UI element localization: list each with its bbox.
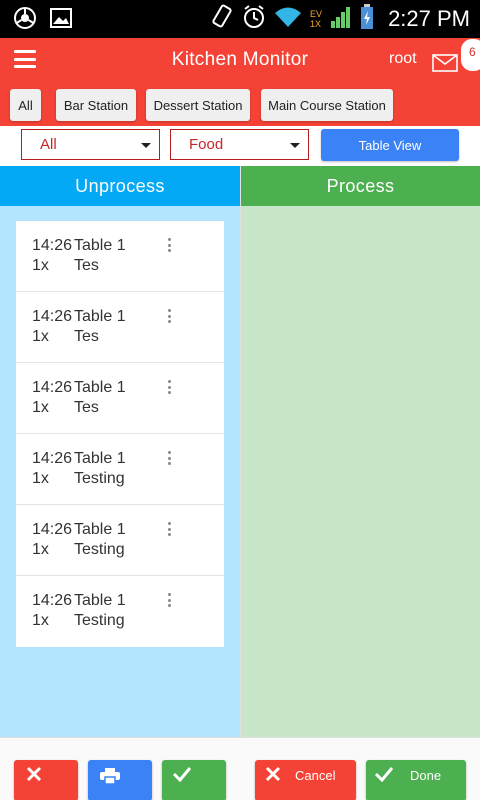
chrome-icon xyxy=(14,7,36,34)
order-card[interactable]: 14:26 Table 1 1x Testing xyxy=(16,505,224,576)
order-item: Testing xyxy=(74,470,125,487)
order-qty: 1x xyxy=(32,257,49,274)
cancel-button[interactable]: Cancel xyxy=(255,760,356,800)
order-card[interactable]: 14:26 Table 1 1x Tes xyxy=(16,363,224,434)
category-filter-value: Food xyxy=(189,136,224,153)
order-time: 14:26 xyxy=(32,592,73,609)
order-card[interactable]: 14:26 Table 1 1x Testing xyxy=(16,434,224,505)
close-icon xyxy=(26,766,42,782)
print-button[interactable] xyxy=(88,760,152,800)
table-view-button[interactable]: Table View xyxy=(321,129,459,161)
more-vert-icon[interactable] xyxy=(164,448,174,468)
status-bar: EV 1X 2:27 PM xyxy=(0,0,480,38)
order-card[interactable]: 14:26 Table 1 1x Tes xyxy=(16,221,224,292)
bottom-action-bar: Cancel Done xyxy=(0,737,480,800)
status-filter-select[interactable]: All xyxy=(21,129,160,160)
order-table: Table 1 xyxy=(74,521,126,538)
order-table: Table 1 xyxy=(74,592,126,609)
more-vert-icon[interactable] xyxy=(164,306,174,326)
order-time: 14:26 xyxy=(32,237,73,254)
order-item: Testing xyxy=(74,541,125,558)
more-vert-icon[interactable] xyxy=(164,377,174,397)
battery-icon xyxy=(360,3,374,35)
filter-row: All Food Table View xyxy=(0,126,480,166)
order-qty: 1x xyxy=(32,328,49,345)
print-icon xyxy=(100,768,120,784)
wifi-icon xyxy=(274,6,302,33)
order-qty: 1x xyxy=(32,541,49,558)
check-icon xyxy=(374,767,394,782)
order-time: 14:26 xyxy=(32,379,73,396)
user-name: root xyxy=(389,50,417,67)
order-table: Table 1 xyxy=(74,237,126,254)
order-item: Testing xyxy=(74,612,125,629)
order-item: Tes xyxy=(74,399,99,416)
station-bar-button[interactable]: Bar Station xyxy=(56,89,136,121)
done-selected-button[interactable] xyxy=(162,760,226,800)
order-qty: 1x xyxy=(32,612,49,629)
order-table: Table 1 xyxy=(74,308,126,325)
unprocess-column-header: Unprocess xyxy=(0,166,240,206)
network-type-icon: EV 1X xyxy=(310,9,323,29)
order-table: Table 1 xyxy=(74,379,126,396)
column-divider xyxy=(240,166,241,800)
unprocess-order-list: 14:26 Table 1 1x Tes 14:26 Table 1 1x Te… xyxy=(16,221,224,647)
cancel-selected-button[interactable] xyxy=(14,760,78,800)
station-tabs: All Bar Station Dessert Station Main Cou… xyxy=(0,82,480,126)
order-time: 14:26 xyxy=(32,521,73,538)
category-filter-select[interactable]: Food xyxy=(170,129,309,160)
order-time: 14:26 xyxy=(32,308,73,325)
app-bar: Kitchen Monitor root 6 xyxy=(0,38,480,82)
done-button-label: Done xyxy=(410,768,442,783)
notification-badge: 6 xyxy=(460,38,480,72)
more-vert-icon[interactable] xyxy=(164,590,174,610)
signal-icon xyxy=(330,5,352,34)
status-filter-value: All xyxy=(40,136,57,153)
order-item: Tes xyxy=(74,257,99,274)
mail-icon[interactable] xyxy=(432,54,458,72)
rotate-phone-icon xyxy=(210,4,234,35)
done-button[interactable]: Done xyxy=(366,760,466,800)
order-table: Table 1 xyxy=(74,450,126,467)
status-time: 2:27 PM xyxy=(388,6,470,31)
order-item: Tes xyxy=(74,328,99,345)
station-all-button[interactable]: All xyxy=(10,89,41,121)
cancel-button-label: Cancel xyxy=(295,768,336,783)
order-qty: 1x xyxy=(32,470,49,487)
alarm-icon xyxy=(242,4,266,35)
process-column[interactable] xyxy=(241,206,480,737)
process-column-header: Process xyxy=(241,166,480,206)
menu-icon[interactable] xyxy=(14,50,36,68)
more-vert-icon[interactable] xyxy=(164,235,174,255)
order-card[interactable]: 14:26 Table 1 1x Tes xyxy=(16,292,224,363)
station-main-course-button[interactable]: Main Course Station xyxy=(261,89,393,121)
check-icon xyxy=(172,767,192,782)
close-icon xyxy=(265,766,281,782)
more-vert-icon[interactable] xyxy=(164,519,174,539)
chevron-down-icon xyxy=(141,143,151,148)
order-time: 14:26 xyxy=(32,450,73,467)
order-qty: 1x xyxy=(32,399,49,416)
station-dessert-button[interactable]: Dessert Station xyxy=(146,89,250,121)
image-icon xyxy=(50,8,72,33)
chevron-down-icon xyxy=(290,143,300,148)
order-card[interactable]: 14:26 Table 1 1x Testing xyxy=(16,576,224,647)
